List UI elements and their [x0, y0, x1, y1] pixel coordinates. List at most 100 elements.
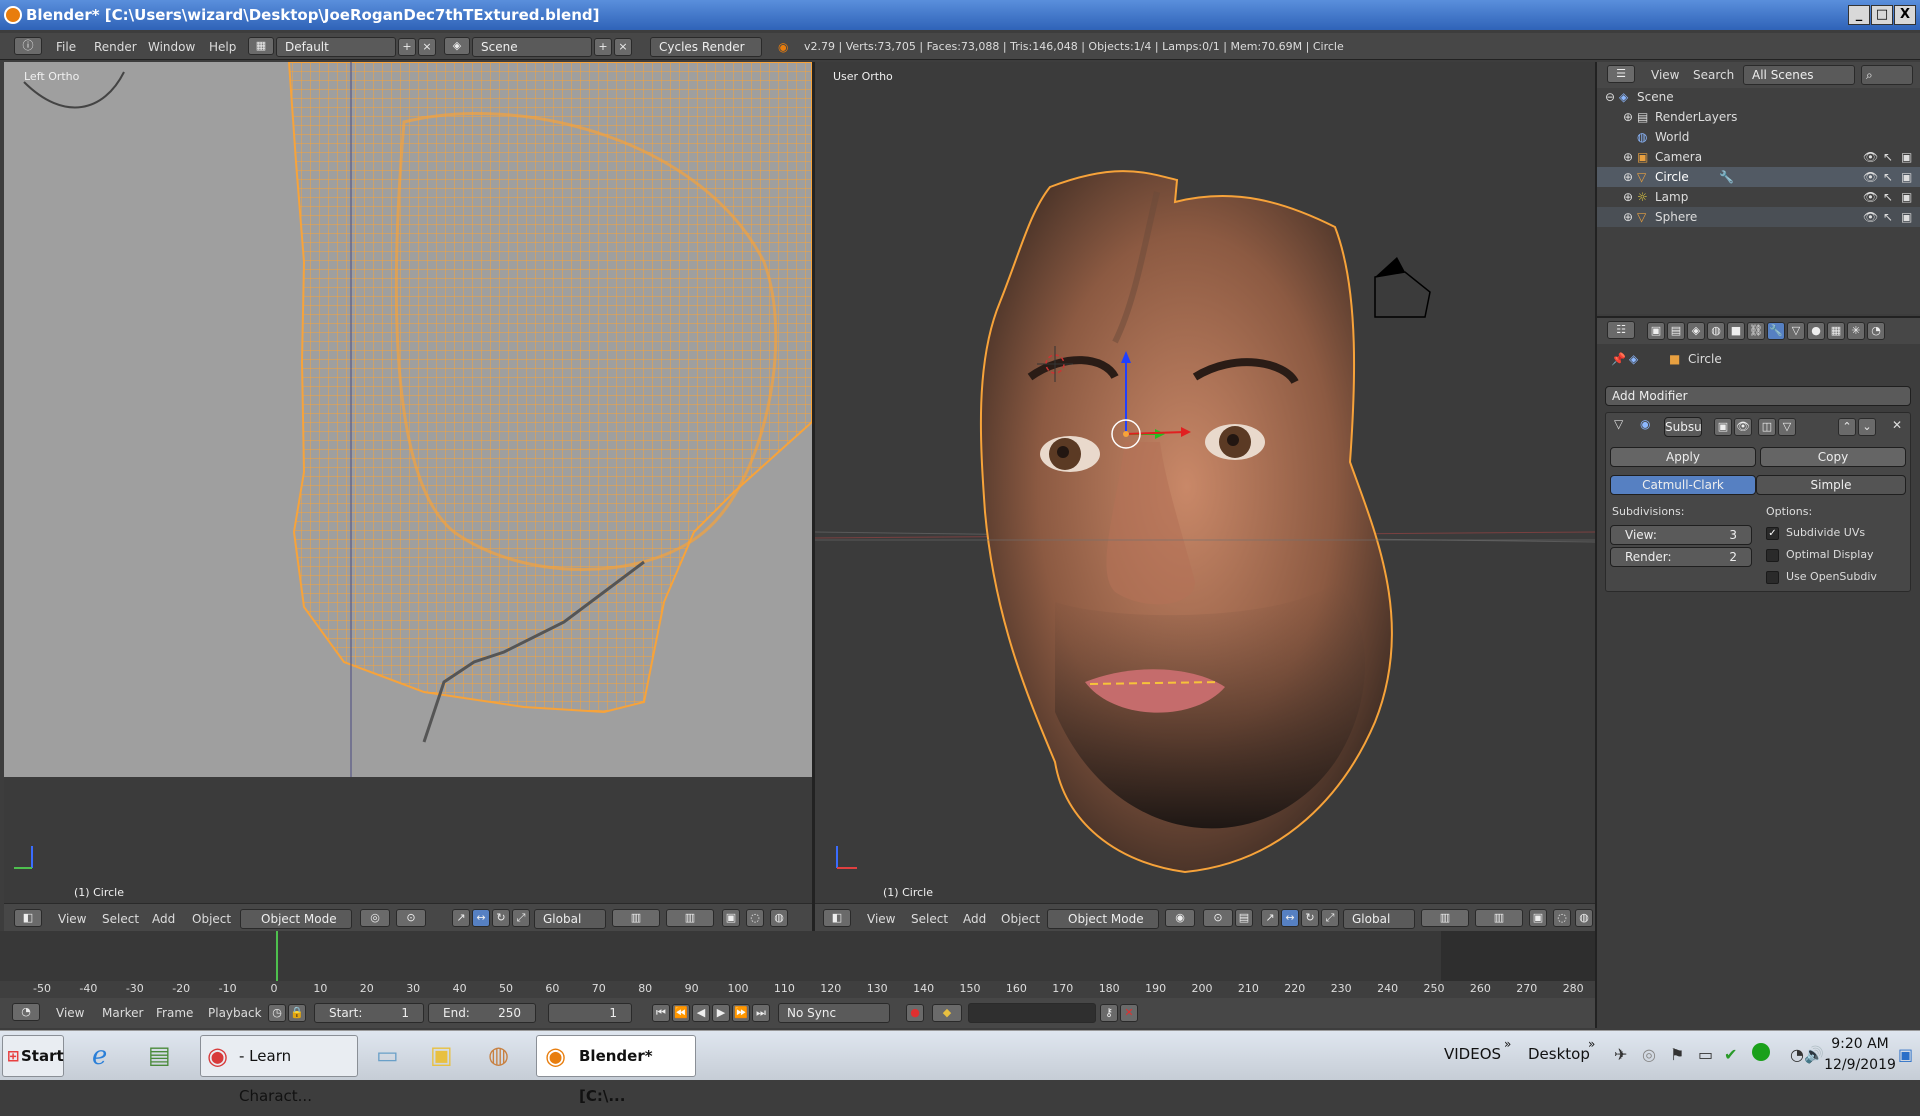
search-input[interactable]: ⌕ [1861, 65, 1913, 85]
render-camera-icon[interactable]: ▣ [1901, 207, 1912, 227]
menu-view[interactable]: View [58, 910, 86, 928]
render-preview-icon[interactable]: ▣ [1529, 909, 1547, 927]
texture-tab-icon[interactable]: ▦ [1827, 322, 1845, 340]
outliner-item-camera[interactable]: ⊕ ▣ Camera 👁 ↖ ▣ [1597, 147, 1920, 167]
desktop-toolbar[interactable]: Desktop [1528, 1045, 1590, 1063]
next-keyframe-icon[interactable]: ⏩ [732, 1004, 750, 1022]
jump-end-icon[interactable]: ⏭ [752, 1004, 770, 1022]
orientation-select[interactable]: Global [1343, 909, 1415, 929]
menu-window[interactable]: Window [148, 37, 195, 57]
modifiers-tab-icon[interactable]: 🔧 [1767, 322, 1785, 340]
viewport-user-ortho[interactable]: User Ortho (1) Circle [815, 62, 1595, 903]
tray-network-icon[interactable]: ✈ [1614, 1045, 1627, 1064]
remove-scene-icon[interactable]: × [614, 38, 632, 56]
mode-select[interactable]: Object Mode [1047, 909, 1159, 929]
notepad-icon[interactable]: ▤ [148, 1041, 171, 1069]
manipulator-icon[interactable]: ↗ [452, 909, 470, 927]
render-engine-select[interactable]: Cycles Render [650, 37, 762, 57]
chevron-icon[interactable]: » [1588, 1037, 1595, 1051]
menu-render[interactable]: Render [94, 37, 137, 57]
pin-icon[interactable]: 📌 [1611, 352, 1626, 366]
menu-file[interactable]: File [56, 37, 76, 57]
view-levels-field[interactable]: View: 3 [1610, 525, 1752, 545]
current-frame-marker[interactable] [276, 931, 278, 981]
taskbar-item-blender[interactable]: ◉ Blender* [C:\... [536, 1035, 696, 1105]
copy-button[interactable]: Copy [1760, 447, 1906, 467]
display-mode-select[interactable]: All Scenes [1743, 65, 1855, 85]
subdivide-uvs-checkbox[interactable]: ✓ [1766, 527, 1779, 540]
render-camera-icon[interactable]: ▣ [1901, 187, 1912, 207]
render-toggle-icon[interactable]: ▣ [1714, 418, 1732, 436]
show-desktop-icon[interactable]: ▣ [1898, 1045, 1913, 1064]
insert-keyframe-icon[interactable]: ⚷ [1100, 1004, 1118, 1022]
viewport-left-ortho[interactable]: Left Ortho (1) Circle [4, 62, 812, 903]
select-arrow-icon[interactable]: ↖ [1883, 167, 1893, 187]
add-layout-icon[interactable]: + [398, 38, 416, 56]
menu-marker[interactable]: Marker [102, 1004, 143, 1022]
render-tab-icon[interactable]: ▣ [1647, 322, 1665, 340]
outliner-item-lamp[interactable]: ⊕ ☼ Lamp 👁 ↖ ▣ [1597, 187, 1920, 207]
close-button[interactable]: X [1894, 5, 1916, 25]
internet-explorer-icon[interactable]: ℯ [92, 1041, 107, 1071]
tray-sync-icon[interactable]: ◎ [1642, 1045, 1656, 1064]
visibility-eye-icon[interactable]: 👁 [1863, 187, 1878, 207]
remove-layout-icon[interactable]: × [418, 38, 436, 56]
shading-icon[interactable]: ◎ [360, 909, 390, 927]
layers-tab-icon[interactable]: ▤ [1667, 322, 1685, 340]
menu-add[interactable]: Add [152, 910, 175, 928]
translate-icon[interactable]: ↔ [1281, 909, 1299, 927]
visibility-eye-icon[interactable]: 👁 [1863, 207, 1878, 227]
rotate-icon[interactable]: ↻ [492, 909, 510, 927]
move-up-icon[interactable]: ⌃ [1838, 418, 1856, 436]
editor-type-icon[interactable]: ☷ [1607, 321, 1635, 339]
record-icon[interactable]: ● [906, 1004, 924, 1022]
outliner-item-circle[interactable]: ⊕ ▽ Circle 🔧 👁 ↖ ▣ [1597, 167, 1920, 187]
mode-select[interactable]: Object Mode [240, 909, 352, 929]
videos-toolbar[interactable]: VIDEOS [1444, 1045, 1501, 1063]
editor-type-icon[interactable]: ⓘ [14, 37, 42, 55]
area-divider[interactable] [1595, 62, 1597, 1028]
maximize-button[interactable]: □ [1871, 5, 1893, 25]
minimize-button[interactable]: _ [1848, 5, 1870, 25]
play-reverse-icon[interactable]: ◀ [692, 1004, 710, 1022]
layer-icon[interactable]: ▤ [1235, 909, 1253, 927]
outliner-item-world[interactable]: ◍ World [1597, 127, 1920, 147]
visibility-eye-icon[interactable]: 👁 [1863, 167, 1878, 187]
prev-keyframe-icon[interactable]: ⏪ [672, 1004, 690, 1022]
keying-set-field[interactable] [968, 1003, 1096, 1023]
editor-type-icon[interactable]: ☰ [1607, 65, 1635, 83]
play-icon[interactable]: ▶ [712, 1004, 730, 1022]
outliner-item-scene[interactable]: ⊖ ◈ Scene [1597, 87, 1920, 107]
menu-frame[interactable]: Frame [156, 1004, 193, 1022]
delete-keyframe-icon[interactable]: ✕ [1120, 1004, 1138, 1022]
proportional-icon[interactable]: ◍ [770, 909, 788, 927]
layers-icon[interactable]: ▥ [1421, 909, 1469, 927]
clock-time[interactable]: 9:20 AM [1828, 1036, 1892, 1052]
menu-object[interactable]: Object [192, 910, 231, 928]
editor-type-icon[interactable]: ◧ [14, 909, 42, 927]
scale-icon[interactable]: ⤢ [512, 909, 530, 927]
clock-date[interactable]: 12/9/2019 [1820, 1057, 1900, 1073]
cage-toggle-icon[interactable]: ▽ [1778, 418, 1796, 436]
tray-check-icon[interactable]: ✔ [1724, 1045, 1737, 1064]
sync-mode-select[interactable]: No Sync [778, 1003, 890, 1023]
menu-view[interactable]: View [56, 1004, 84, 1022]
add-modifier-select[interactable]: Add Modifier [1605, 386, 1911, 406]
file-explorer-icon[interactable]: ▣ [430, 1041, 453, 1069]
catmull-clark-button[interactable]: Catmull-Clark [1610, 475, 1756, 495]
translate-icon[interactable]: ↔ [472, 909, 490, 927]
menu-select[interactable]: Select [911, 910, 948, 928]
menu-view[interactable]: View [867, 910, 895, 928]
menu-add[interactable]: Add [963, 910, 986, 928]
layers-icon[interactable]: ▥ [1475, 909, 1523, 927]
menu-search[interactable]: Search [1693, 65, 1734, 85]
editor-type-icon[interactable]: ◔ [12, 1003, 40, 1021]
editmode-toggle-icon[interactable]: ◫ [1758, 418, 1776, 436]
jump-start-icon[interactable]: ⏮ [652, 1004, 670, 1022]
scale-icon[interactable]: ⤢ [1321, 909, 1339, 927]
render-camera-icon[interactable]: ▣ [1901, 167, 1912, 187]
viewport-eye-icon[interactable]: 👁 [1734, 418, 1752, 436]
manipulator-icon[interactable]: ↗ [1261, 909, 1279, 927]
material-tab-icon[interactable]: ● [1807, 322, 1825, 340]
physics-tab-icon[interactable]: ◔ [1867, 322, 1885, 340]
